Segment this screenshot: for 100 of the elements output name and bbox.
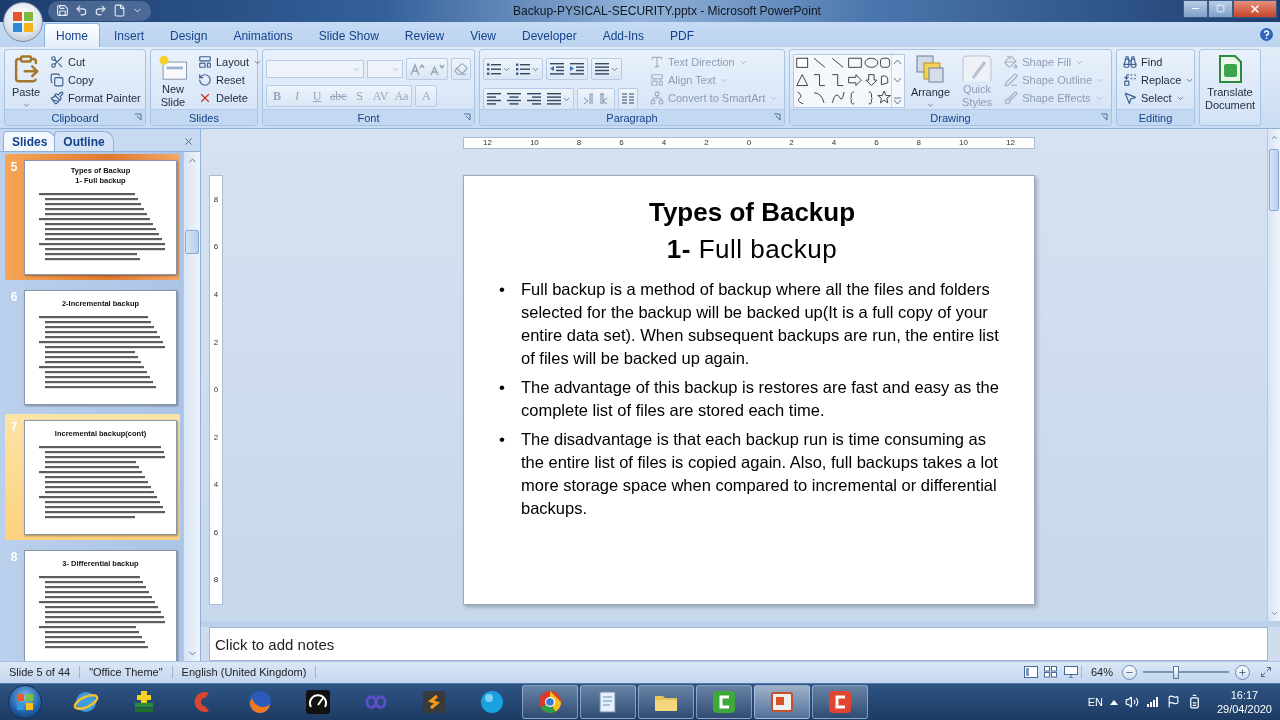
flag-icon[interactable] (1166, 695, 1180, 709)
clipboard-button[interactable]: Format Painter (47, 89, 144, 108)
arrange-button[interactable]: Arrange (908, 52, 953, 110)
close-button[interactable] (1233, 0, 1277, 18)
scrollbar-thumb[interactable] (185, 230, 199, 255)
ribbon-tab[interactable]: Add-Ins (590, 23, 657, 48)
clipboard-button[interactable]: Cut (47, 53, 144, 72)
ruler-number: 12 (483, 139, 492, 148)
eraser-icon (454, 62, 468, 77)
new-document-icon[interactable] (113, 4, 126, 18)
ruler-number: 8 (213, 576, 219, 585)
input-language: EN (1087, 695, 1103, 708)
minimize-button[interactable] (1183, 0, 1208, 18)
slide-count: Slide 5 of 44 (0, 666, 81, 679)
plus-icon (1238, 667, 1247, 677)
scissors-icon (50, 55, 64, 70)
ribbon-tab[interactable]: Slide Show (306, 23, 391, 48)
taskbar-app[interactable] (696, 684, 752, 719)
ribbon-tab[interactable]: Developer (509, 23, 589, 48)
line-spacing-button[interactable] (591, 58, 622, 81)
slides-button[interactable]: Reset (195, 71, 266, 90)
paintbrush-icon (50, 91, 64, 106)
clipboard-button[interactable]: Copy (47, 71, 144, 90)
ribbon-tab[interactable]: View (458, 23, 508, 48)
show-hidden-icons[interactable] (1109, 698, 1118, 705)
undo-icon[interactable] (75, 4, 88, 18)
ribbon-tab[interactable]: Review (392, 23, 457, 48)
speaker-icon[interactable] (1124, 694, 1139, 709)
ruler-number: 4 (213, 290, 219, 299)
ribbon-tab[interactable]: Animations (221, 23, 305, 48)
ribbon-tab[interactable]: Insert (102, 23, 157, 48)
slide-title: Types of Backup (648, 196, 856, 230)
signal-icon[interactable] (1145, 695, 1160, 708)
pointer-icon (1123, 91, 1137, 106)
group-label: Font (357, 111, 380, 124)
columns-button[interactable] (618, 88, 638, 111)
help-icon[interactable] (1259, 27, 1274, 43)
scrollbar-thumb[interactable] (1269, 149, 1279, 212)
restore-icon (1216, 4, 1225, 14)
office-button[interactable] (3, 2, 43, 42)
indent-increase-icon (569, 62, 585, 77)
taskbar-app[interactable] (812, 684, 868, 719)
scrollbar[interactable] (1267, 129, 1280, 622)
editing-button[interactable]: Find (1120, 53, 1198, 72)
ruler-number: 10 (959, 139, 968, 148)
ruler-number: 6 (213, 528, 219, 537)
editing-button[interactable]: Select (1120, 89, 1198, 108)
group-label: Slides (189, 111, 219, 124)
bullet-text: Full backup is a method of backup where all the files and folders selected for the backup will be backed up(It is a full copy of your entire data set). When subsequent backups are run, the entire list of files will be backed up again. (521, 279, 1000, 370)
zoom-in-button[interactable] (1235, 664, 1250, 680)
close-icon (183, 136, 194, 148)
slides-button[interactable]: Layout (195, 53, 266, 72)
grid-icon (1043, 666, 1058, 679)
projector-screen-icon (1063, 666, 1078, 679)
ribbon-tab[interactable]: Design (158, 23, 220, 48)
taskbar-app[interactable] (754, 684, 810, 719)
ruler-number: 2 (789, 139, 794, 148)
ribbon-tab[interactable]: Home (44, 23, 100, 48)
replace-icon (1123, 73, 1137, 88)
pen-icon (1004, 73, 1019, 88)
notes-pane[interactable]: Click to add notes (209, 627, 1268, 662)
clock[interactable]: 16:17 29/04/2020 (1216, 687, 1272, 716)
document-icon (1216, 54, 1244, 85)
close-panel-button[interactable] (183, 136, 194, 148)
launcher-icon[interactable] (134, 113, 142, 122)
notes-text: Click to add notes (215, 635, 335, 653)
zoom-out-button[interactable] (1122, 664, 1137, 680)
paste-button[interactable]: Paste (8, 52, 44, 110)
ruler-number: 6 (619, 139, 624, 148)
windows-flag-icon (16, 692, 34, 711)
zoom-slider-thumb[interactable] (1172, 665, 1179, 679)
panel-tab[interactable]: Outline (54, 131, 114, 152)
redo-icon[interactable] (94, 4, 107, 18)
new-slide-button[interactable]: New Slide (154, 52, 192, 110)
taskbar-app[interactable] (580, 684, 636, 719)
font-size-field[interactable] (367, 60, 403, 79)
launcher-icon[interactable] (773, 113, 781, 122)
launcher-icon[interactable] (463, 113, 471, 122)
bullet-text: The disadvantage is that each backup run is time consuming as the entire list of files is copied again. Also, full backups takes a lot more storage space when compared to incremental or differential backups. (521, 429, 999, 520)
bullet-marker: • (499, 429, 506, 452)
panel-tab[interactable]: Slides (3, 131, 57, 152)
editing-button[interactable]: Replace (1120, 71, 1198, 90)
group-label: Paragraph (606, 111, 658, 124)
ruler-number: 8 (916, 139, 922, 148)
restore-button[interactable] (1208, 0, 1233, 18)
taskbar-app[interactable] (638, 684, 694, 719)
start-button[interactable] (8, 684, 42, 719)
group-label: Editing (1138, 111, 1173, 124)
shape-gallery[interactable] (793, 54, 906, 109)
ribbon-tab[interactable]: PDF (658, 23, 707, 48)
launcher-icon[interactable] (1100, 113, 1108, 122)
line-spacing-icon (594, 62, 610, 77)
clock-date: 29/04/2020 (1216, 701, 1272, 716)
save-icon[interactable] (56, 4, 69, 18)
fit-icon (1260, 666, 1272, 679)
bubble-icon (479, 688, 505, 715)
diagram-icon (650, 91, 664, 106)
align-text-icon (650, 73, 664, 88)
normal-view-icon (1023, 666, 1038, 679)
scrollbar[interactable] (183, 152, 200, 662)
